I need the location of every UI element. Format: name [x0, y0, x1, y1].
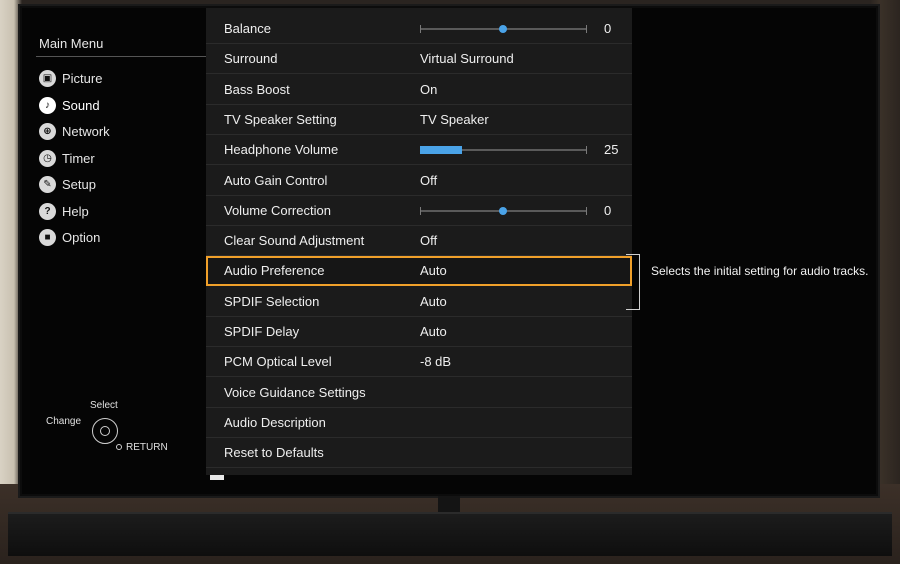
setting-row-surround[interactable]: Surround Virtual Surround	[206, 44, 632, 74]
setting-row-tv-speaker-setting[interactable]: TV Speaker Setting TV Speaker	[206, 105, 632, 135]
setting-row-spdif-selection[interactable]: SPDIF Selection Auto	[206, 287, 632, 317]
setting-value: On	[420, 82, 438, 97]
slider-end-tick	[586, 207, 587, 215]
option-icon: ■	[39, 228, 56, 246]
slider-end-tick	[586, 146, 587, 154]
setting-value: 0	[604, 203, 612, 218]
main-menu-title: Main Menu	[39, 36, 104, 51]
sidebar-item-label: Timer	[62, 150, 95, 166]
setting-label: TV Speaker Setting	[224, 112, 337, 127]
picture-icon: ▣	[39, 69, 56, 87]
setting-label: Audio Description	[224, 415, 326, 430]
slider-knob[interactable]	[499, 25, 507, 33]
setting-label: Balance	[224, 21, 271, 36]
help-icon: ?	[39, 202, 56, 220]
sidebar-item-label: Help	[62, 203, 89, 219]
setting-description: Selects the initial setting for audio tr…	[651, 264, 869, 278]
remote-control-hint: Select Change RETURN	[42, 400, 192, 460]
sound-icon: ♪	[39, 96, 56, 114]
tv-stand	[8, 512, 892, 556]
sound-settings-list: Balance 0 Surround Virtual Surround Bass Boo…	[206, 8, 632, 475]
slider-fill	[420, 146, 462, 154]
network-icon: ⊕	[39, 122, 56, 140]
setting-label: Audio Preference	[224, 263, 325, 278]
setting-value: Auto	[420, 263, 447, 278]
setting-row-balance[interactable]: Balance 0	[206, 14, 632, 44]
setting-slider[interactable]	[420, 25, 587, 33]
setting-value: Off	[420, 233, 438, 248]
setting-slider[interactable]	[420, 146, 587, 154]
hint-change-label: Change	[46, 416, 82, 427]
sidebar-item-label: Picture	[62, 70, 103, 86]
setting-label: SPDIF Delay	[224, 324, 300, 339]
sidebar-item-setup[interactable]: ✎ Setup	[39, 173, 96, 195]
setting-label: Surround	[224, 51, 278, 66]
slider-knob[interactable]	[499, 207, 507, 215]
setting-value: Auto	[420, 294, 447, 309]
setting-row-volume-correction[interactable]: Volume Correction 0	[206, 196, 632, 226]
setting-label: Reset to Defaults	[224, 445, 324, 460]
setting-row-pcm-optical-level[interactable]: PCM Optical Level -8 dB	[206, 347, 632, 377]
setting-value: TV Speaker	[420, 112, 489, 127]
setting-label: Headphone Volume	[224, 142, 339, 157]
setting-label: Clear Sound Adjustment	[224, 233, 365, 248]
setting-row-clear-sound-adjustment[interactable]: Clear Sound Adjustment Off	[206, 226, 632, 256]
setting-row-reset-to-defaults[interactable]: Reset to Defaults	[206, 438, 632, 468]
setting-value: Off	[420, 173, 438, 188]
setting-value: -8 dB	[420, 354, 452, 369]
setting-value: 25	[604, 142, 619, 157]
description-bracket	[626, 254, 640, 310]
hint-select-label: Select	[90, 400, 118, 411]
setting-value: Auto	[420, 324, 447, 339]
sidebar-item-label: Setup	[62, 176, 96, 192]
sidebar-item-label: Sound	[62, 97, 100, 113]
sidebar-item-timer[interactable]: ◷ Timer	[39, 147, 95, 169]
main-menu-divider	[36, 56, 206, 57]
setting-row-bass-boost[interactable]: Bass Boost On	[206, 75, 632, 105]
main-menu-sidebar: Main Menu ▣ Picture ♪ Sound ⊕ Network ◷ …	[22, 8, 206, 494]
sidebar-item-help[interactable]: ? Help	[39, 200, 89, 222]
setting-label: Volume Correction	[224, 203, 331, 218]
setting-value: Virtual Surround	[420, 51, 514, 66]
setting-row-auto-gain-control[interactable]: Auto Gain Control Off	[206, 166, 632, 196]
setting-row-audio-description[interactable]: Audio Description	[206, 408, 632, 438]
sidebar-item-picture[interactable]: ▣ Picture	[39, 67, 102, 89]
setting-slider[interactable]	[420, 207, 587, 215]
sidebar-item-sound[interactable]: ♪ Sound	[39, 94, 100, 116]
sidebar-item-network[interactable]: ⊕ Network	[39, 120, 110, 142]
setting-value: 0	[604, 21, 612, 36]
sidebar-item-label: Option	[62, 229, 101, 245]
dpad-center-icon	[100, 426, 110, 436]
setting-label: Auto Gain Control	[224, 173, 328, 188]
setting-row-spdif-delay[interactable]: SPDIF Delay Auto	[206, 317, 632, 347]
return-icon	[116, 444, 122, 450]
slider-end-tick	[420, 207, 421, 215]
sidebar-item-label: Network	[62, 123, 110, 139]
slider-end-tick	[420, 25, 421, 33]
setting-label: Bass Boost	[224, 82, 290, 97]
setting-row-headphone-volume[interactable]: Headphone Volume 25	[206, 135, 632, 165]
setting-row-voice-guidance-settings[interactable]: Voice Guidance Settings	[206, 378, 632, 408]
setup-icon: ✎	[39, 175, 56, 193]
setting-label: SPDIF Selection	[224, 294, 320, 309]
setting-label: Voice Guidance Settings	[224, 385, 366, 400]
setting-row-audio-preference[interactable]: Audio Preference Auto	[206, 256, 632, 286]
tv-screen: Main Menu ▣ Picture ♪ Sound ⊕ Network ◷ …	[22, 8, 876, 494]
slider-end-tick	[586, 25, 587, 33]
sidebar-item-option[interactable]: ■ Option	[39, 226, 100, 248]
timer-icon: ◷	[39, 149, 56, 167]
setting-label: PCM Optical Level	[224, 354, 332, 369]
scroll-indicator	[210, 475, 224, 480]
hint-return-label: RETURN	[126, 442, 168, 453]
